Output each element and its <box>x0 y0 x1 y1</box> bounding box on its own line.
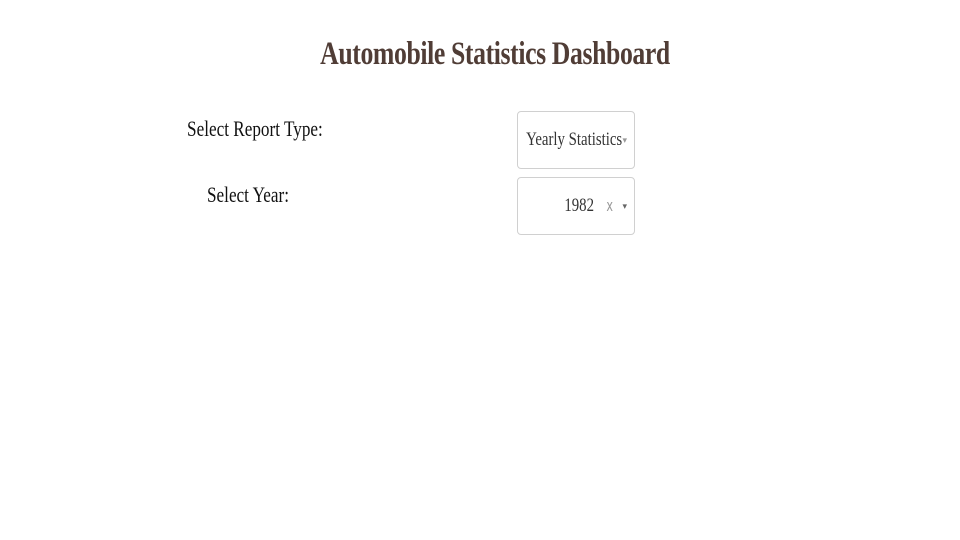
year-label: Select Year: <box>207 182 289 207</box>
page-title: Automobile Statistics Dashboard <box>320 36 670 72</box>
chevron-down-icon[interactable]: ▾ <box>622 178 627 234</box>
year-selected-value: 1982 <box>564 195 594 216</box>
report-type-dropdown[interactable]: Yearly Statistics ▾ <box>517 111 635 169</box>
year-dropdown[interactable]: 1982 x ▾ <box>517 177 635 235</box>
chevron-down-icon[interactable]: ▾ <box>622 112 627 168</box>
report-type-selected-value: Yearly Statistics <box>525 129 622 150</box>
clear-icon[interactable]: x <box>606 178 613 234</box>
report-type-label: Select Report Type: <box>187 116 323 141</box>
